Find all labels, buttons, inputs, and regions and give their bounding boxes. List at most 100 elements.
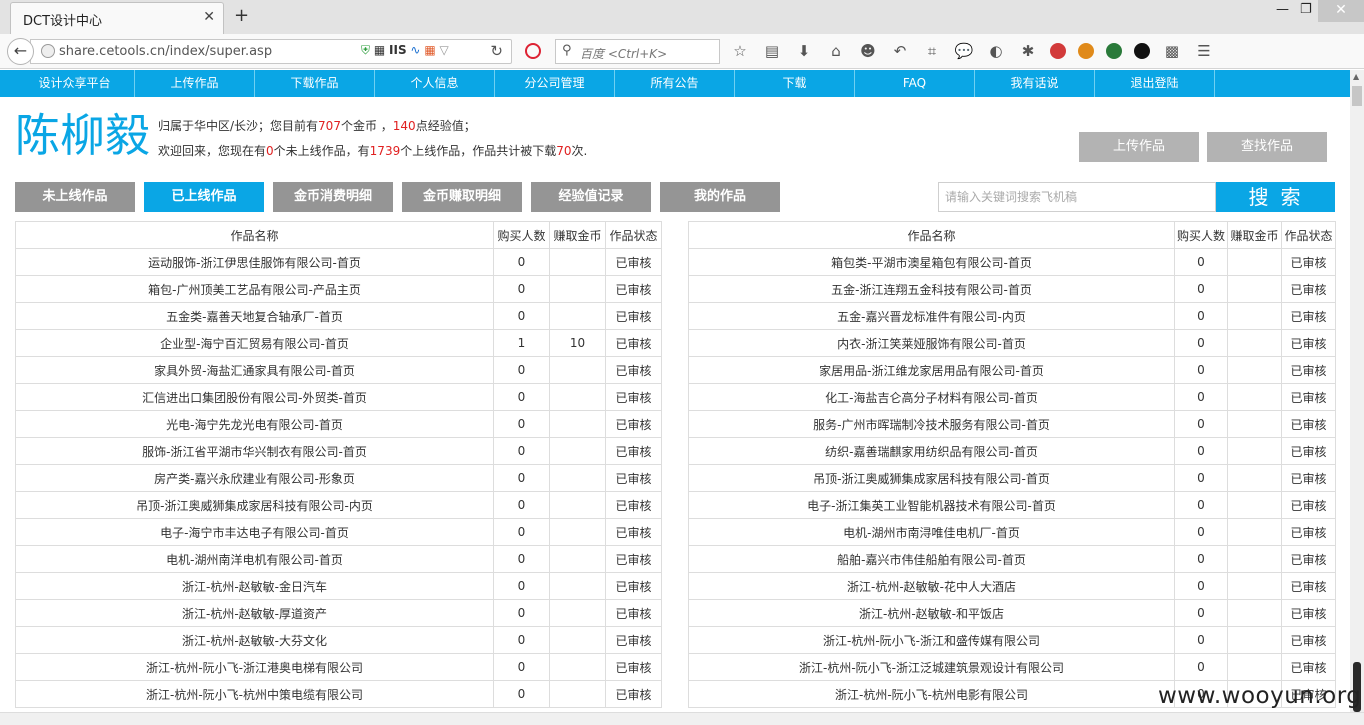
bug-icon[interactable]: ✱ (1018, 41, 1038, 61)
browser-search-box[interactable]: ⚲ 百度 <Ctrl+K> (555, 39, 720, 64)
table-row[interactable]: 服务-广州市晖瑞制冷技术服务有限公司-首页 0 已审核 (688, 410, 1336, 438)
tab-coin-spending[interactable]: 金币消费明细 (273, 182, 393, 212)
table-row[interactable]: 家居用品-浙江维龙家居用品有限公司-首页 0 已审核 (688, 356, 1336, 384)
cell-work-name[interactable]: 企业型-海宁百汇贸易有限公司-首页 (15, 329, 494, 357)
cell-work-name[interactable]: 浙江-杭州-赵敏敏-金日汽车 (15, 572, 494, 600)
nav-announcements[interactable]: 所有公告 (615, 70, 735, 97)
vertical-scrollbar[interactable]: ▲ (1350, 70, 1364, 712)
nav-faq[interactable]: FAQ (855, 70, 975, 97)
cell-work-name[interactable]: 箱包-广州顶美工艺品有限公司-产品主页 (15, 275, 494, 303)
iis-badge[interactable]: IIS (389, 43, 407, 57)
table-row[interactable]: 电子-浙江集英工业智能机器技术有限公司-首页 0 已审核 (688, 491, 1336, 519)
cell-work-name[interactable]: 浙江-杭州-赵敏敏-和平饭店 (688, 599, 1175, 627)
table-row[interactable]: 吊顶-浙江奥威狮集成家居科技有限公司-首页 0 已审核 (688, 464, 1336, 492)
table-row[interactable]: 浙江-杭州-赵敏敏-花中人大酒店 0 已审核 (688, 572, 1336, 600)
table-row[interactable]: 电机-湖州南洋电机有限公司-首页 0 已审核 (15, 545, 662, 573)
table-row[interactable]: 房产类-嘉兴永欣建业有限公司-形象页 0 已审核 (15, 464, 662, 492)
table-row[interactable]: 五金-嘉兴晋龙标准件有限公司-内页 0 已审核 (688, 302, 1336, 330)
home-icon[interactable]: ⌂ (826, 41, 846, 61)
cell-work-name[interactable]: 船舶-嘉兴市伟佳船舶有限公司-首页 (688, 545, 1175, 573)
table-row[interactable]: 运动服饰-浙江伊思佳服饰有限公司-首页 0 已审核 (15, 248, 662, 276)
cell-work-name[interactable]: 化工-海盐吉仑高分子材料有限公司-首页 (688, 383, 1175, 411)
browser-tab[interactable]: DCT设计中心 ✕ (10, 2, 224, 34)
reading-list-icon[interactable]: ▤ (762, 41, 782, 61)
upload-work-button[interactable]: 上传作品 (1079, 132, 1199, 162)
nav-feedback[interactable]: 我有话说 (975, 70, 1095, 97)
tab-online-works[interactable]: 已上线作品 (144, 182, 264, 212)
qr-code-icon[interactable]: ▦ (374, 43, 385, 57)
table-row[interactable]: 家具外贸-海盐汇通家具有限公司-首页 0 已审核 (15, 356, 662, 384)
scrollbar-thumb[interactable] (1352, 86, 1362, 106)
addon-green-icon[interactable] (1106, 43, 1122, 59)
nav-logout[interactable]: 退出登陆 (1095, 70, 1215, 97)
search-button[interactable]: 搜索 (1216, 182, 1335, 212)
nav-branch-admin[interactable]: 分公司管理 (495, 70, 615, 97)
cell-work-name[interactable]: 吊顶-浙江奥威狮集成家居科技有限公司-内页 (15, 491, 494, 519)
cell-work-name[interactable]: 五金-嘉兴晋龙标准件有限公司-内页 (688, 302, 1175, 330)
cell-work-name[interactable]: 箱包类-平湖市澳星箱包有限公司-首页 (688, 248, 1175, 276)
restore-icon[interactable]: ❐ (1300, 2, 1312, 17)
cell-work-name[interactable]: 内衣-浙江笑莱娅服饰有限公司-首页 (688, 329, 1175, 357)
tab-close-icon[interactable]: ✕ (203, 9, 215, 25)
cell-work-name[interactable]: 浙江-杭州-阮小飞-杭州电影有限公司 (688, 680, 1175, 708)
menu-icon[interactable]: ☰ (1194, 41, 1214, 61)
download-icon[interactable]: ⬇ (794, 41, 814, 61)
shield-icon[interactable]: ⛨ (361, 43, 370, 57)
table-row[interactable]: 浙江-杭州-阮小飞-浙江泛城建筑景观设计有限公司 0 已审核 (688, 653, 1336, 681)
addon-red-icon[interactable] (1050, 43, 1066, 59)
cell-work-name[interactable]: 浙江-杭州-赵敏敏-大芬文化 (15, 626, 494, 654)
dropdown-arrow-icon[interactable]: ▽ (439, 43, 448, 57)
table-row[interactable]: 服饰-浙江省平湖市华兴制衣有限公司-首页 0 已审核 (15, 437, 662, 465)
table-row[interactable]: 光电-海宁先龙光电有限公司-首页 0 已审核 (15, 410, 662, 438)
url-text[interactable]: share.cetools.cn/index/super.asp (59, 44, 272, 59)
table-row[interactable]: 汇信进出口集团股份有限公司-外贸类-首页 0 已审核 (15, 383, 662, 411)
windows-icon[interactable]: ▦ (424, 43, 435, 57)
nav-download[interactable]: 下载 (735, 70, 855, 97)
cell-work-name[interactable]: 服务-广州市晖瑞制冷技术服务有限公司-首页 (688, 410, 1175, 438)
tab-offline-works[interactable]: 未上线作品 (15, 182, 135, 212)
keyword-search-input[interactable] (938, 182, 1216, 212)
url-bar[interactable]: share.cetools.cn/index/super.asp ⛨ ▦ IIS… (30, 39, 512, 64)
cell-work-name[interactable]: 五金-浙江连翔五金科技有限公司-首页 (688, 275, 1175, 303)
table-row[interactable]: 浙江-杭州-赵敏敏-大芬文化 0 已审核 (15, 626, 662, 654)
table-row[interactable]: 浙江-杭州-阮小飞-浙江和盛传媒有限公司 0 已审核 (688, 626, 1336, 654)
table-row[interactable]: 五金类-嘉善天地复合轴承厂-首页 0 已审核 (15, 302, 662, 330)
cell-work-name[interactable]: 浙江-杭州-阮小飞-浙江和盛传媒有限公司 (688, 626, 1175, 654)
table-row[interactable]: 电子-海宁市丰达电子有限公司-首页 0 已审核 (15, 518, 662, 546)
cell-work-name[interactable]: 家居用品-浙江维龙家居用品有限公司-首页 (688, 356, 1175, 384)
cell-work-name[interactable]: 浙江-杭州-赵敏敏-厚道资产 (15, 599, 494, 627)
table-row[interactable]: 电机-湖州市南浔唯佳电机厂-首页 0 已审核 (688, 518, 1336, 546)
table-row[interactable]: 内衣-浙江笑莱娅服饰有限公司-首页 0 已审核 (688, 329, 1336, 357)
new-tab-button[interactable]: + (234, 5, 249, 26)
extension-grid-icon[interactable]: ▩ (1162, 41, 1182, 61)
undo-icon[interactable]: ↶ (890, 41, 910, 61)
cell-work-name[interactable]: 浙江-杭州-阮小飞-杭州中策电缆有限公司 (15, 680, 494, 708)
globe-icon[interactable]: ◐ (986, 41, 1006, 61)
table-row[interactable]: 企业型-海宁百汇贸易有限公司-首页 1 10 已审核 (15, 329, 662, 357)
table-row[interactable]: 箱包类-平湖市澳星箱包有限公司-首页 0 已审核 (688, 248, 1336, 276)
back-button[interactable]: ← (7, 38, 34, 65)
cell-work-name[interactable]: 浙江-杭州-阮小飞-浙江泛城建筑景观设计有限公司 (688, 653, 1175, 681)
comment-icon[interactable]: 💬 (954, 41, 974, 61)
tab-coin-earning[interactable]: 金币赚取明细 (402, 182, 522, 212)
cell-work-name[interactable]: 运动服饰-浙江伊思佳服饰有限公司-首页 (15, 248, 494, 276)
cell-work-name[interactable]: 电机-湖州南洋电机有限公司-首页 (15, 545, 494, 573)
cell-work-name[interactable]: 电子-浙江集英工业智能机器技术有限公司-首页 (688, 491, 1175, 519)
table-row[interactable]: 浙江-杭州-阮小飞-浙江港奥电梯有限公司 0 已审核 (15, 653, 662, 681)
cell-work-name[interactable]: 房产类-嘉兴永欣建业有限公司-形象页 (15, 464, 494, 492)
table-row[interactable]: 浙江-杭州-赵敏敏-金日汽车 0 已审核 (15, 572, 662, 600)
chat-face-icon[interactable]: ☻ (858, 41, 878, 61)
site-info-icon[interactable] (41, 44, 55, 58)
scroll-up-icon[interactable]: ▲ (1353, 72, 1359, 81)
cell-work-name[interactable]: 吊顶-浙江奥威狮集成家居科技有限公司-首页 (688, 464, 1175, 492)
cell-work-name[interactable]: 浙江-杭州-赵敏敏-花中人大酒店 (688, 572, 1175, 600)
cell-work-name[interactable]: 电机-湖州市南浔唯佳电机厂-首页 (688, 518, 1175, 546)
cell-work-name[interactable]: 服饰-浙江省平湖市华兴制衣有限公司-首页 (15, 437, 494, 465)
minimize-icon[interactable]: — (1276, 2, 1289, 17)
addon-shield-icon[interactable] (1134, 43, 1150, 59)
window-close-icon[interactable]: ✕ (1318, 0, 1364, 22)
table-row[interactable]: 吊顶-浙江奥威狮集成家居科技有限公司-内页 0 已审核 (15, 491, 662, 519)
horizontal-scrollbar[interactable] (0, 712, 1364, 725)
table-row[interactable]: 船舶-嘉兴市伟佳船舶有限公司-首页 0 已审核 (688, 545, 1336, 573)
table-row[interactable]: 箱包-广州顶美工艺品有限公司-产品主页 0 已审核 (15, 275, 662, 303)
